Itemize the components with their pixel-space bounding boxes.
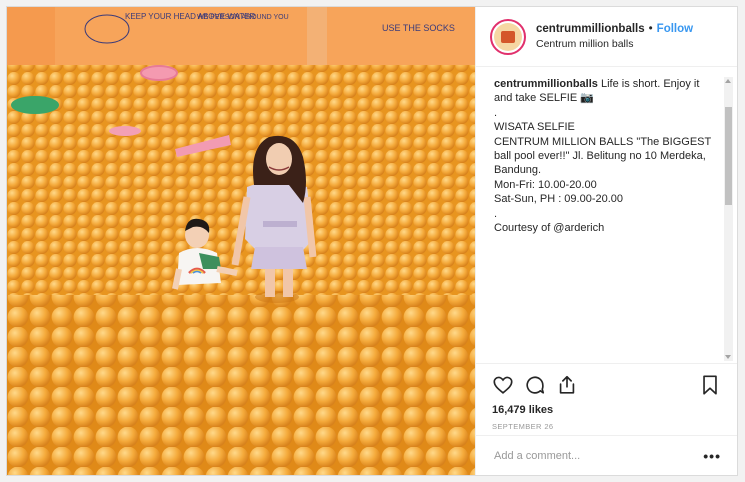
caption-text-6: . xyxy=(494,207,498,220)
wall-text-2: WE PERSON AROUND YOU xyxy=(197,14,289,21)
header-text: centrummillionballs • Follow Centrum mil… xyxy=(536,23,693,50)
instagram-post: KEEP YOUR HEAD ABOVE WATER WE PERSON ARO… xyxy=(6,6,738,476)
caption: centrummillionballs Life is short. Enjoy… xyxy=(494,77,713,235)
wall-text-3: USE THE SOCKS xyxy=(382,23,455,33)
post-date[interactable]: SEPTEMBER 26 xyxy=(492,422,721,431)
scrollbar-thumb[interactable] xyxy=(725,107,732,205)
scroll-down-arrow-icon[interactable] xyxy=(725,355,731,359)
comments-scrollbar[interactable] xyxy=(724,77,733,361)
ball-pool-photo: KEEP YOUR HEAD ABOVE WATER WE PERSON ARO… xyxy=(7,7,475,475)
post-sidebar: centrummillionballs • Follow Centrum mil… xyxy=(475,7,737,475)
caption-username[interactable]: centrummillionballs xyxy=(494,78,598,90)
caption-text-1: . xyxy=(494,106,498,119)
more-options-icon[interactable]: ••• xyxy=(703,448,721,464)
share-icon[interactable] xyxy=(556,374,578,396)
caption-first-line: centrummillionballs Life is short. Enjoy… xyxy=(494,77,713,106)
scroll-up-arrow-icon[interactable] xyxy=(725,79,731,83)
avatar-image xyxy=(494,22,522,51)
action-icons-row xyxy=(492,372,721,398)
separator-dot: • xyxy=(648,23,653,35)
comment-input[interactable] xyxy=(492,448,704,463)
comments-area[interactable]: centrummillionballs Life is short. Enjoy… xyxy=(476,67,737,363)
post-header: centrummillionballs • Follow Centrum mil… xyxy=(476,7,737,67)
location-link[interactable]: Centrum million balls xyxy=(536,38,693,50)
header-line: centrummillionballs • Follow xyxy=(536,23,693,35)
avatar[interactable] xyxy=(490,18,526,55)
post-actions: 16,479 likes SEPTEMBER 26 xyxy=(476,363,737,431)
caption-text-7: Courtesy of @arderich xyxy=(494,222,605,235)
bookmark-icon[interactable] xyxy=(699,374,721,396)
post-photo[interactable]: KEEP YOUR HEAD ABOVE WATER WE PERSON ARO… xyxy=(7,7,475,475)
ball-pit-near xyxy=(7,295,475,475)
heart-icon[interactable] xyxy=(492,374,514,396)
ball-pit-far xyxy=(7,65,475,295)
caption-text-3: CENTRUM MILLION BALLS "The BIGGEST ball … xyxy=(494,135,715,177)
add-comment-bar: ••• xyxy=(476,435,737,475)
follow-button[interactable]: Follow xyxy=(657,23,693,35)
header-username[interactable]: centrummillionballs xyxy=(536,23,645,35)
comment-icon[interactable] xyxy=(524,374,546,396)
green-turtle-float xyxy=(11,96,59,114)
pink-float xyxy=(140,65,178,81)
caption-text-2: WISATA SELFIE xyxy=(494,121,575,134)
caption-text-4: Mon-Fri: 10.00-20.00 xyxy=(494,178,597,191)
likes-count[interactable]: 16,479 likes xyxy=(492,404,721,416)
caption-text-5: Sat-Sun, PH : 09.00-20.00 xyxy=(494,193,624,206)
